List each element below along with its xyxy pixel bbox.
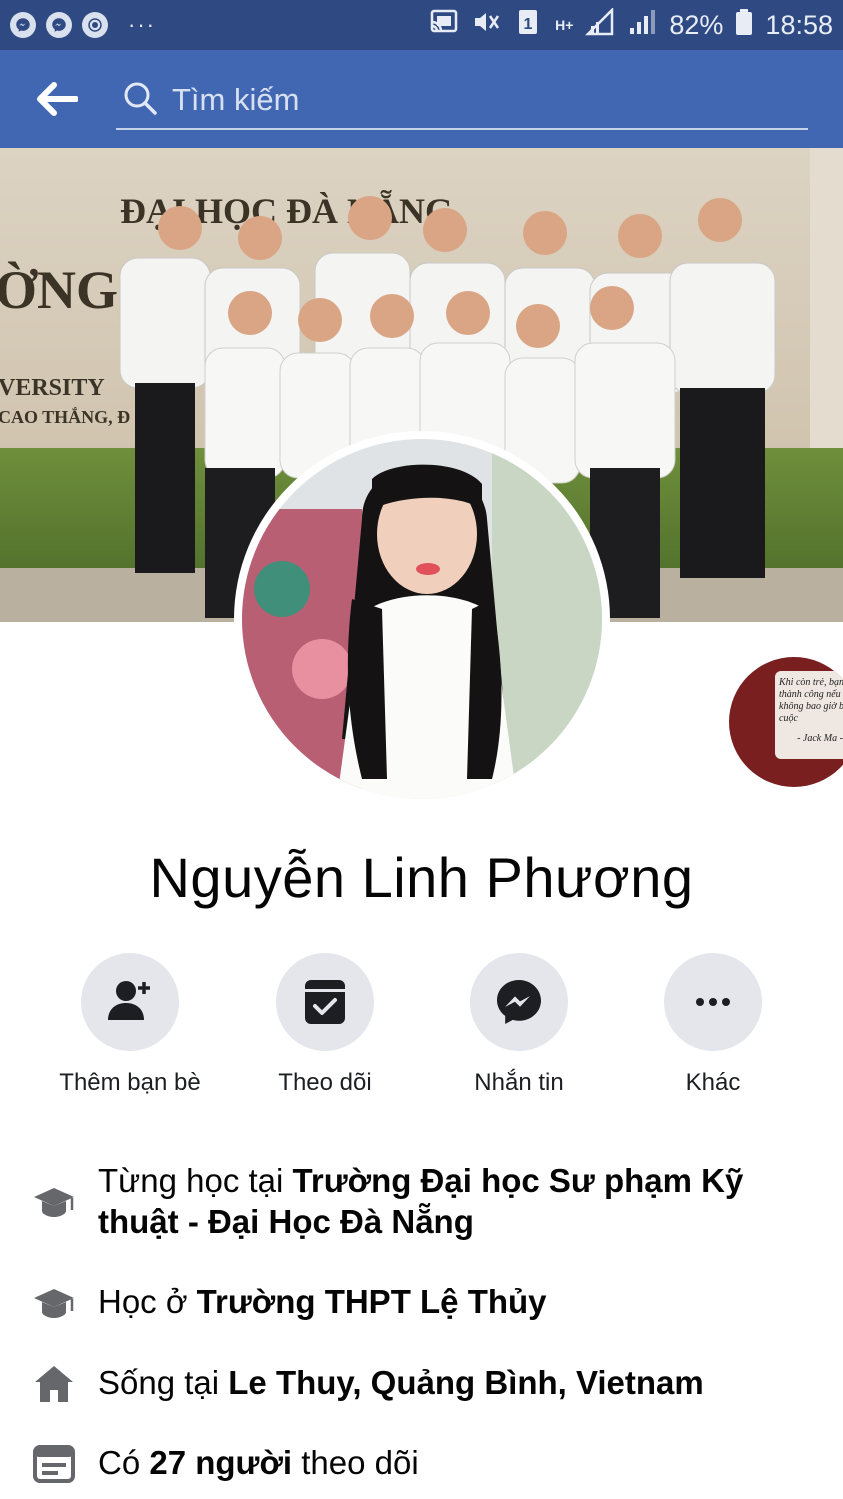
- status-bar: ··· 1 H+ 82% 18:58: [0, 0, 843, 50]
- more-label: Khác: [685, 1069, 741, 1096]
- app-header: Tìm kiếm: [0, 50, 843, 148]
- mute-icon: [471, 8, 501, 43]
- featured-photo-thumbnail[interactable]: Khi còn trẻ, bạn sẽ thành công nếu bạn k…: [729, 657, 843, 787]
- intro-highschool-text: Học ở Trường THPT Lệ Thủy: [98, 1281, 798, 1322]
- messenger-notification-icon: [46, 12, 72, 38]
- quote-text: Khi còn trẻ, bạn sẽ thành công nếu bạn k…: [779, 677, 843, 724]
- intro-college-prefix: Từng học tại: [98, 1162, 293, 1199]
- more-button-circle[interactable]: [664, 953, 762, 1051]
- quote-card: Khi còn trẻ, bạn sẽ thành công nếu bạn k…: [775, 671, 843, 759]
- signal-icon-2: [627, 8, 657, 43]
- intro-followers-count[interactable]: 27 người: [149, 1444, 292, 1481]
- intro-highschool-prefix: Học ở: [98, 1283, 197, 1320]
- intro-lives-prefix: Sống tại: [98, 1364, 229, 1401]
- intro-lives-text: Sống tại Le Thuy, Quảng Bình, Vietnam: [98, 1362, 798, 1403]
- intro-followers-prefix: Có: [98, 1444, 150, 1481]
- clock: 18:58: [765, 9, 833, 40]
- follow-label: Theo dõi: [278, 1069, 372, 1096]
- intro-followers-suffix: theo dõi: [292, 1444, 419, 1481]
- add-friend-label: Thêm bạn bè: [59, 1069, 201, 1096]
- intro-college-text: Từng học tại Trường Đại học Sư phạm Kỹ t…: [98, 1160, 798, 1242]
- graduation-cap-icon: [32, 1180, 76, 1224]
- profile-picture[interactable]: [234, 431, 610, 807]
- add-friend-icon: [108, 981, 150, 1020]
- graduation-cap-icon: [32, 1281, 76, 1325]
- battery-icon: [735, 8, 753, 43]
- battery-percent: 82%: [669, 9, 724, 40]
- home-icon: [32, 1362, 76, 1406]
- search-icon: [116, 80, 158, 121]
- more-icon: [696, 998, 730, 1006]
- add-friend-button[interactable]: Thêm bạn bè: [30, 953, 230, 1097]
- intro-lives-place[interactable]: Le Thuy, Quảng Bình, Vietnam: [228, 1364, 704, 1401]
- network-type-icon: H+: [555, 17, 574, 33]
- follow-button[interactable]: Theo dõi: [225, 953, 425, 1097]
- intro-followers-text: Có 27 người theo dõi: [98, 1442, 798, 1483]
- messenger-notification-icon: [10, 12, 36, 38]
- add-friend-button-circle[interactable]: [81, 953, 179, 1051]
- signal-icon: [585, 6, 615, 43]
- sim-number: 1: [524, 16, 533, 33]
- messenger-icon: [497, 980, 541, 1024]
- intro-highschool-name[interactable]: Trường THPT Lệ Thủy: [197, 1283, 547, 1320]
- cover-sign-text-3: VERSITY: [0, 375, 105, 401]
- more-button[interactable]: Khác: [613, 953, 813, 1097]
- cast-icon: [429, 8, 459, 43]
- profile-name: Nguyễn Linh Phương: [149, 846, 694, 909]
- followers-icon: [32, 1442, 76, 1486]
- sim-icon: 1: [513, 8, 543, 43]
- quote-author: - Jack Ma -: [797, 733, 843, 744]
- follow-button-circle[interactable]: [276, 953, 374, 1051]
- follow-icon: [305, 980, 345, 1024]
- message-button[interactable]: Nhắn tin: [419, 953, 619, 1097]
- message-button-circle[interactable]: [470, 953, 568, 1051]
- profile-actions: Thêm bạn bè Theo dõi Nhắn tin Khác: [0, 953, 843, 1103]
- search-input[interactable]: Tìm kiếm: [116, 72, 808, 130]
- search-placeholder: Tìm kiếm: [172, 82, 300, 117]
- back-arrow-icon[interactable]: [36, 82, 79, 116]
- more-notifications-indicator: ···: [128, 12, 156, 37]
- message-label: Nhắn tin: [474, 1069, 564, 1096]
- record-icon: [82, 12, 108, 38]
- cover-sign-text-4: CAO THẮNG, Đ: [0, 406, 130, 427]
